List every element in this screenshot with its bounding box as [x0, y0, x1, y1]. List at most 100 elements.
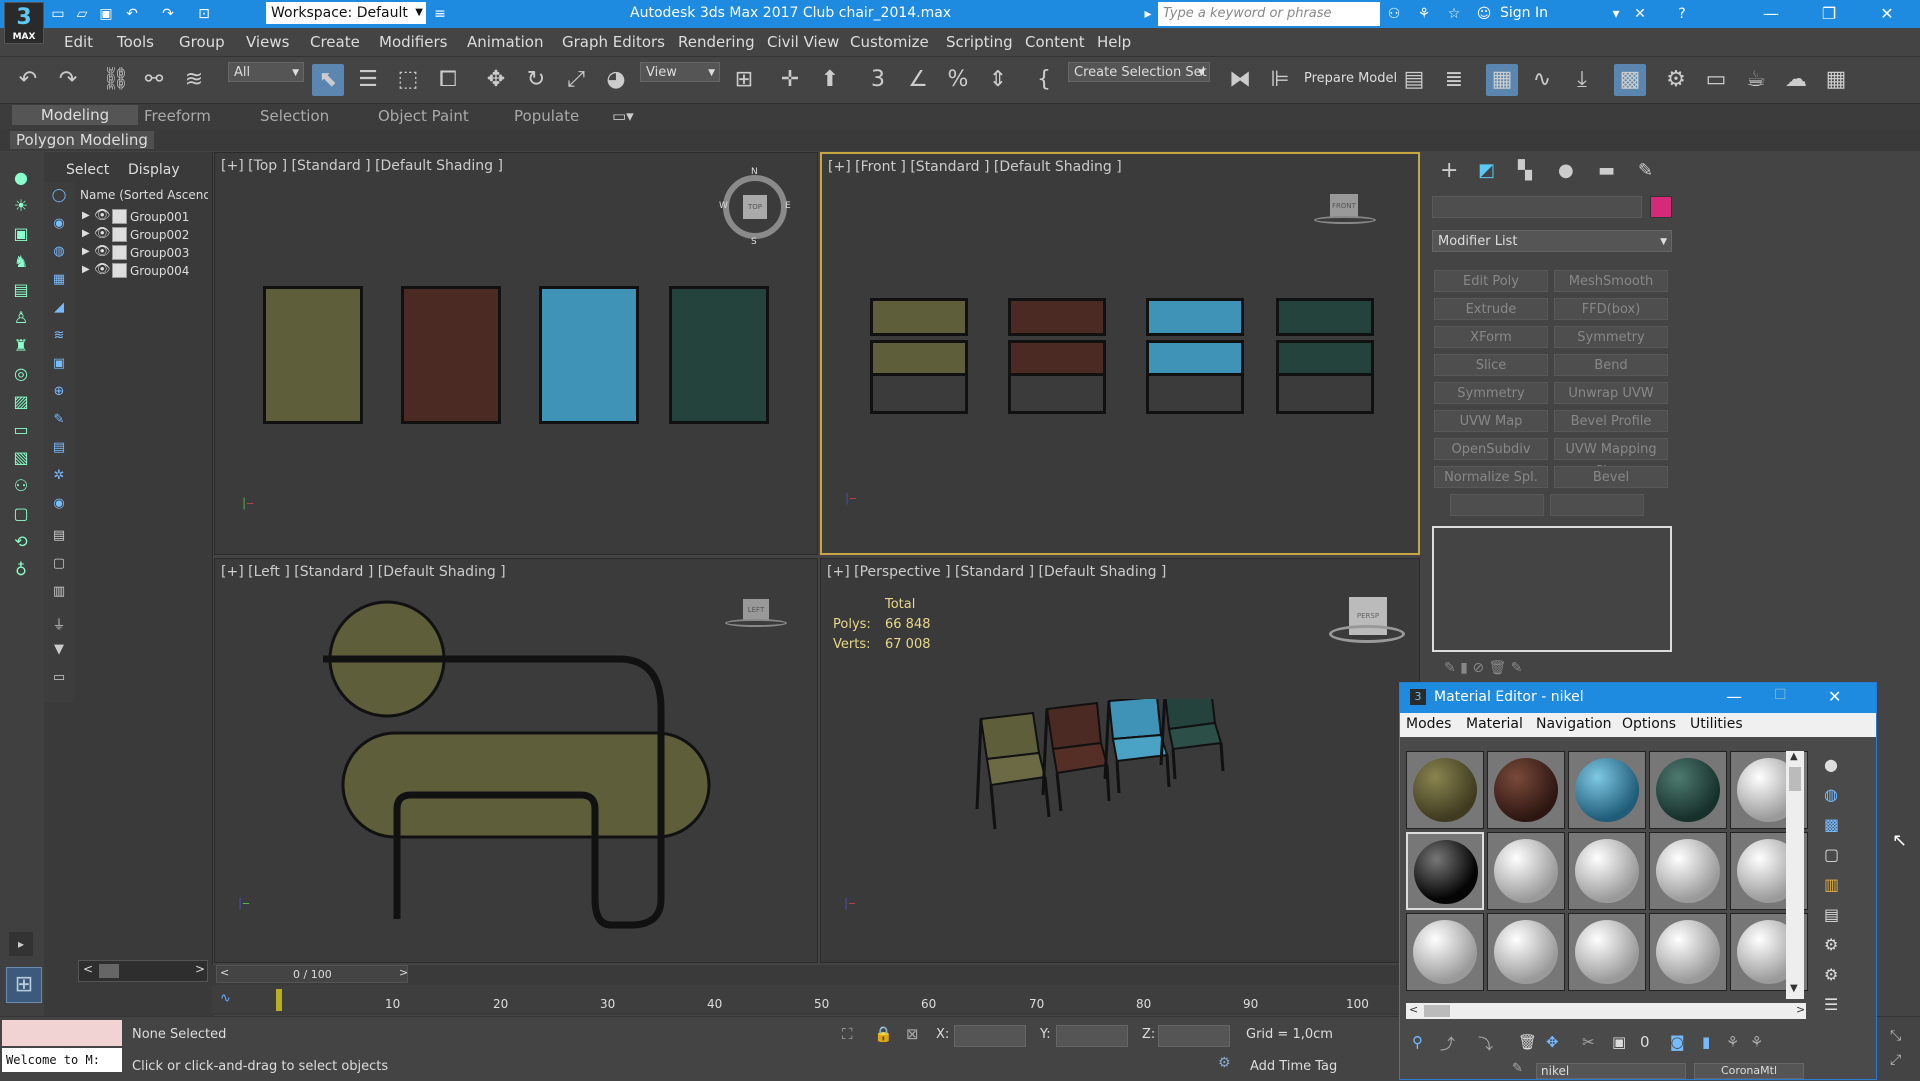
viewport-left[interactable]: [+] [Left ] [Standard ] [Default Shading… [214, 558, 818, 963]
sun-icon[interactable]: ☀ [9, 194, 33, 218]
menu-modifiers[interactable]: Modifiers [379, 33, 447, 51]
layer-manager-icon[interactable]: ≣ [1438, 64, 1470, 96]
frame-icon[interactable]: ▭ [9, 418, 33, 442]
panel-icon[interactable]: ▧ [9, 446, 33, 470]
normalize-spline-button[interactable]: Normalize Spl. [1434, 466, 1548, 488]
light-icon[interactable]: ● [9, 166, 33, 190]
track-bar[interactable]: ∿ 10 20 30 40 50 60 70 80 90 100 [212, 985, 1400, 1013]
y-coordinate-field[interactable] [1056, 1025, 1128, 1047]
filter-icon[interactable]: ▼ [50, 642, 68, 662]
material-editor-minimize[interactable]: — [1726, 687, 1742, 706]
orbit-icon[interactable]: ◎ [9, 362, 33, 386]
symmetry-button[interactable]: Symmetry [1554, 326, 1668, 348]
menu-tools[interactable]: Tools [117, 33, 154, 51]
explorer-scrollbar[interactable]: < > [78, 960, 208, 982]
redo-icon[interactable]: ↷ [158, 4, 178, 24]
workspace-dropdown[interactable]: Workspace: Default ▼ [266, 2, 426, 24]
tree-row[interactable]: ▶ 👁 Group002 [78, 226, 212, 246]
group-icon[interactable]: ⚇ [9, 474, 33, 498]
viewport-layout-icon[interactable]: ⊞ [6, 967, 42, 1003]
chair-front-olive-back[interactable] [870, 298, 968, 336]
sample-slot[interactable] [1487, 832, 1565, 910]
minimize-button[interactable]: — [1742, 0, 1800, 28]
visibility-eye-icon[interactable]: 👁 [94, 208, 111, 223]
slice-button[interactable]: Slice [1434, 354, 1548, 376]
sample-slot[interactable] [1649, 913, 1727, 991]
sample-type-icon[interactable]: ● [1824, 755, 1838, 774]
menu-content[interactable]: Content [1025, 33, 1085, 51]
tree-row[interactable]: ▶ 👁 Group003 [78, 244, 212, 264]
select-manipulate-icon[interactable]: ✛ [774, 64, 806, 96]
menu-scripting[interactable]: Scripting [946, 33, 1013, 51]
sample-slot[interactable] [1406, 751, 1484, 829]
bone-filter-icon[interactable]: ✎ [50, 412, 68, 432]
menu-navigation[interactable]: Navigation [1536, 716, 1612, 732]
viewcube-ring[interactable] [1314, 216, 1376, 224]
select-object-icon[interactable]: ⬉ [312, 64, 344, 96]
utilities-tab-icon[interactable]: ✎ [1638, 160, 1653, 181]
x-coordinate-field[interactable] [954, 1025, 1026, 1047]
rotate-icon[interactable]: ↻ [520, 64, 552, 96]
chair-side-profile[interactable] [215, 559, 818, 963]
sample-slot[interactable] [1568, 913, 1646, 991]
display-tab-icon[interactable]: ▬ [1598, 160, 1615, 181]
modifier-stack[interactable] [1432, 526, 1672, 652]
undo-icon[interactable]: ↶ [12, 64, 44, 96]
chair-top-green[interactable] [669, 286, 769, 424]
material-id-icon[interactable]: ▣ [1612, 1033, 1626, 1051]
stack-tools-icons[interactable]: ✎ ▮ ⊘ 🗑 ✎ [1444, 660, 1522, 676]
select-by-name-icon[interactable]: ☰ [352, 64, 384, 96]
scene-explorer-toggle-icon[interactable]: ▦ [1486, 64, 1518, 96]
meshsmooth-button[interactable]: MeshSmooth [1554, 270, 1668, 292]
tab-object-paint[interactable]: Object Paint [378, 107, 469, 125]
rectangular-selection-icon[interactable]: ⬚ [392, 64, 424, 96]
invert-display-icon[interactable]: ▥ [50, 584, 68, 604]
edit-named-selection-icon[interactable]: { [1028, 64, 1060, 96]
maxscript-listener-pink[interactable] [2, 1020, 122, 1046]
named-selection-set-dropdown[interactable]: Create Selection Set ▼ [1068, 62, 1210, 82]
sample-slot[interactable] [1568, 832, 1646, 910]
mirror-icon[interactable]: ⧓ [1224, 64, 1256, 96]
tab-freeform[interactable]: Freeform [144, 107, 211, 125]
sample-slots-hscroll[interactable]: < > [1406, 1003, 1806, 1019]
explorer-select-tab[interactable]: Select [66, 162, 109, 178]
chair-top-olive[interactable] [263, 286, 363, 424]
curve-editor-icon[interactable]: ∿ [220, 991, 231, 1006]
bevel-profile-button[interactable]: Bevel Profile [1554, 410, 1668, 432]
geometry-filter-icon[interactable]: ◯ [50, 188, 68, 208]
pick-material-icon[interactable]: ✎ [1512, 1061, 1523, 1076]
place-icon[interactable]: ◕ [600, 64, 632, 96]
make-preview-icon[interactable]: ▤ [1824, 905, 1839, 924]
tab-populate[interactable]: Populate [514, 107, 579, 125]
viewcube-ring[interactable] [1329, 625, 1405, 643]
curve-editor-icon[interactable]: ∿ [1526, 64, 1558, 96]
chair-front-brown-back[interactable] [1008, 298, 1106, 336]
chair-front-blue-back[interactable] [1146, 298, 1244, 336]
time-slider[interactable]: < 0 / 100 > [216, 965, 408, 983]
reset-material-icon[interactable]: 🗑 [1518, 1033, 1537, 1051]
hierarchy-tab-icon[interactable]: ▚ [1518, 160, 1532, 181]
figure-icon[interactable]: ♙ [9, 306, 33, 330]
rendered-frame-window-icon[interactable]: ▭ [1700, 64, 1732, 96]
background-icon[interactable]: ▩ [1824, 815, 1839, 834]
name-column-header[interactable]: Name (Sorted Ascendi [80, 188, 208, 202]
display-all-icon[interactable]: ▤ [50, 528, 68, 548]
empty-modifier-button[interactable] [1450, 494, 1544, 516]
ribbon-options-icon[interactable]: ▭▾ [612, 107, 634, 125]
search-input[interactable]: Type a keyword or phrase [1158, 2, 1380, 26]
explorer-display-tab[interactable]: Display [128, 162, 180, 178]
object-name-field[interactable] [1432, 196, 1642, 218]
workspace-menu-icon[interactable]: ≡ [430, 4, 450, 24]
viewcube[interactable]: FRONT [1330, 194, 1358, 218]
chair-front-brown-seat[interactable] [1008, 340, 1106, 376]
object-color-swatch[interactable] [1650, 196, 1672, 218]
selection-filter-dropdown[interactable]: All ▼ [228, 62, 304, 82]
opensubdiv-button[interactable]: OpenSubdiv [1434, 438, 1548, 460]
unwrap-uvw-button[interactable]: Unwrap UVW [1554, 382, 1668, 404]
tree-row[interactable]: ▶ 👁 Group004 [78, 262, 212, 282]
search-arrow-icon[interactable]: ▸ [1138, 4, 1158, 24]
sample-slot-active[interactable] [1406, 832, 1484, 910]
helper-icon[interactable]: ♞ [9, 250, 33, 274]
viewport-label[interactable]: [+] [Top ] [Standard ] [Default Shading … [221, 158, 503, 174]
sign-in-dropdown-icon[interactable]: ▾ [1606, 4, 1626, 24]
